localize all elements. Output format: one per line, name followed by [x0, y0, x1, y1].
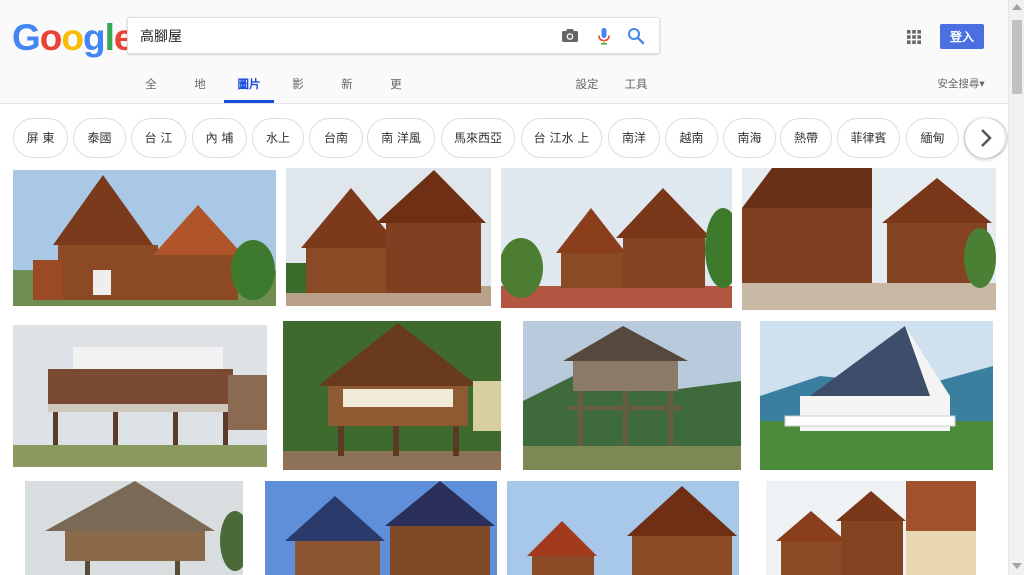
- logo-letter: l: [104, 17, 115, 58]
- image-result[interactable]: [283, 321, 501, 470]
- image-result[interactable]: [265, 481, 497, 575]
- logo-letter: g: [83, 17, 106, 58]
- image-result[interactable]: [501, 168, 732, 308]
- image-result[interactable]: [760, 321, 993, 470]
- logo-letter: o: [61, 17, 84, 58]
- chip-item[interactable]: 南 洋風: [367, 118, 435, 158]
- scrollbar-thumb[interactable]: [1012, 20, 1022, 94]
- chip-item[interactable]: 台南: [309, 118, 363, 158]
- chip-item[interactable]: 台 江: [131, 118, 186, 158]
- image-result[interactable]: [507, 481, 739, 575]
- chip-item[interactable]: 馬來西亞: [441, 118, 515, 158]
- scroll-down-arrow-icon[interactable]: [1012, 563, 1022, 569]
- login-button[interactable]: 登入: [940, 24, 984, 49]
- image-result[interactable]: [742, 168, 996, 310]
- apps-grid-icon[interactable]: [907, 29, 921, 44]
- tab-all[interactable]: 全部: [140, 70, 162, 119]
- image-result[interactable]: [523, 321, 741, 470]
- image-result[interactable]: [766, 481, 976, 575]
- tab-more[interactable]: 更多: [385, 70, 407, 119]
- camera-icon[interactable]: [560, 26, 580, 46]
- image-result[interactable]: [13, 325, 267, 467]
- chip-item[interactable]: 水上: [252, 118, 304, 158]
- chip-item[interactable]: 內 埔: [192, 118, 247, 158]
- chip-item[interactable]: 越南: [665, 118, 718, 158]
- related-searches-chips: 屏 東 泰國 台 江 內 埔 水上 台南 南 洋風 馬來西亞 台 江水 上 南洋…: [0, 104, 1008, 168]
- chip-item[interactable]: 緬甸: [906, 118, 959, 158]
- header: Google 高腳屋 登入 全 地 圖片 影 新 更 設定 工具 安全搜尋▾: [0, 0, 1008, 119]
- search-tabs: 全部 地圖 圖片 影片 新聞 更多 設定 工具 安全搜尋▾: [0, 70, 1008, 119]
- chip-item[interactable]: 南洋: [608, 118, 660, 158]
- chip-item[interactable]: 台 江水 上: [521, 118, 602, 158]
- chip-item[interactable]: 泰國: [73, 118, 126, 158]
- chip-item[interactable]: 菲律賓: [837, 118, 900, 158]
- tab-images[interactable]: 圖片: [224, 70, 274, 103]
- tab-maps[interactable]: 地圖: [189, 70, 211, 119]
- scroll-up-arrow-icon[interactable]: [1012, 4, 1022, 10]
- tools-link[interactable]: 工具: [624, 70, 648, 103]
- chevron-right-icon[interactable]: [965, 118, 1005, 158]
- search-icon[interactable]: [626, 26, 646, 46]
- image-result[interactable]: [286, 168, 491, 306]
- microphone-icon[interactable]: [594, 26, 614, 46]
- safesearch-menu[interactable]: 安全搜尋▾: [935, 70, 987, 103]
- google-logo[interactable]: Google: [12, 17, 134, 58]
- search-box: [127, 17, 660, 54]
- chip-item[interactable]: 屏 東: [13, 118, 68, 158]
- vertical-scrollbar[interactable]: [1008, 0, 1024, 575]
- tab-news[interactable]: 新聞: [336, 70, 358, 119]
- tab-videos[interactable]: 影片: [287, 70, 309, 119]
- chip-item[interactable]: 南海: [723, 118, 776, 158]
- search-input[interactable]: [140, 26, 540, 46]
- image-result[interactable]: [13, 170, 276, 306]
- chip-item[interactable]: 熱帶: [780, 118, 832, 158]
- logo-letter: o: [39, 17, 63, 58]
- settings-link[interactable]: 設定: [575, 70, 599, 103]
- logo-letter: G: [12, 17, 41, 58]
- image-result[interactable]: [25, 481, 243, 575]
